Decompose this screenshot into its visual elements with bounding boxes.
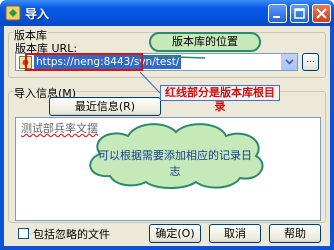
callout-log-note: 可以根据需要添加相应的记录日志 <box>98 149 252 178</box>
callout-pointer-red <box>139 71 161 94</box>
callout-pointer-location <box>147 55 206 59</box>
callout-repo-location: 版本库的位置 <box>149 32 261 52</box>
repository-root-highlight <box>25 53 143 71</box>
callout-red-part-note: 红线部分是版本库根目录 <box>160 85 280 113</box>
